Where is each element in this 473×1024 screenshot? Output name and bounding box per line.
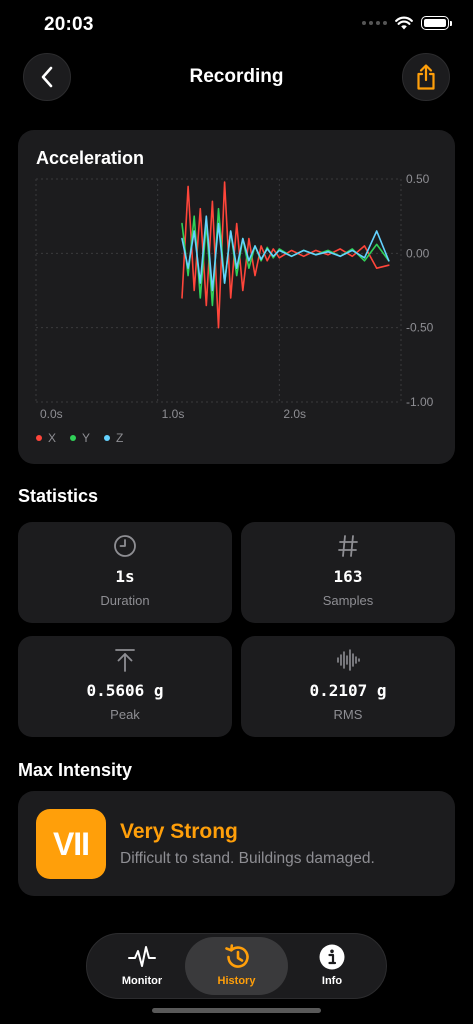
tab-monitor[interactable]: Monitor: [92, 933, 192, 997]
intensity-name: Very Strong: [120, 820, 238, 843]
stat-label: Peak: [110, 707, 140, 722]
legend-dot-icon: [70, 435, 77, 441]
intensity-description: Difficult to stand. Buildings damaged.: [120, 850, 375, 867]
info-icon: [319, 944, 345, 970]
stat-label: RMS: [333, 707, 363, 722]
hash-icon: [338, 535, 358, 557]
legend-item: X: [36, 431, 56, 445]
y-tick-label: -1.00: [406, 395, 434, 409]
tab-label: History: [217, 975, 256, 987]
stat-value: 0.5606 g: [86, 681, 164, 700]
home-indicator: [152, 1008, 321, 1013]
tab-info[interactable]: Info: [282, 933, 382, 997]
stat-value: 1s: [115, 567, 135, 586]
legend-dot-icon: [104, 435, 111, 441]
y-tick-label: -0.50: [406, 321, 434, 335]
tab-label: Info: [321, 975, 343, 987]
share-button[interactable]: [402, 53, 450, 101]
wifi-icon: [395, 16, 413, 30]
x-tick-label: 0.0s: [40, 407, 63, 421]
legend-dot-icon: [36, 435, 42, 441]
stat-card-rms: 0.2107 g RMS: [241, 636, 455, 737]
stat-label: Duration: [100, 593, 150, 608]
max-intensity-title: Max Intensity: [18, 760, 133, 780]
stat-card-samples: 163 Samples: [241, 522, 455, 623]
clock-icon: [114, 535, 136, 557]
legend-label: Z: [116, 431, 124, 445]
history-icon: [224, 944, 249, 968]
stat-label: Samples: [322, 593, 374, 608]
share-icon: [417, 64, 435, 90]
status-icons: [362, 16, 452, 30]
stat-value: 0.2107 g: [309, 681, 387, 700]
y-tick-label: 0.50: [406, 172, 430, 186]
y-tick-label: 0.00: [406, 246, 430, 260]
battery-icon: [421, 16, 452, 30]
stat-card-peak: 0.5606 g Peak: [18, 636, 232, 737]
legend-item: Y: [70, 431, 90, 445]
x-tick-label: 2.0s: [283, 407, 306, 421]
acceleration-chart: 0.50 0.00 -0.50 -1.00 0.0s 1.0s 2.0s: [35, 172, 434, 421]
legend-item: Z: [104, 431, 123, 445]
arrow-up-to-line-icon: [115, 649, 135, 672]
stat-card-duration: 1s Duration: [18, 522, 232, 623]
legend-label: X: [48, 431, 57, 445]
x-tick-label: 1.0s: [162, 407, 185, 421]
statistics-title: Statistics: [18, 486, 99, 506]
legend-label: Y: [82, 431, 91, 445]
stat-value: 163: [333, 567, 363, 586]
waveform-pulse-icon: [128, 946, 156, 967]
tab-history[interactable]: History: [185, 933, 288, 997]
tab-label: Monitor: [121, 975, 163, 987]
intensity-level-badge: VII: [36, 809, 106, 879]
waveform-icon: [337, 649, 360, 671]
status-time: 20:03: [44, 14, 94, 35]
cellular-icon: [362, 21, 387, 25]
chart-legend: X Y Z: [36, 431, 123, 445]
